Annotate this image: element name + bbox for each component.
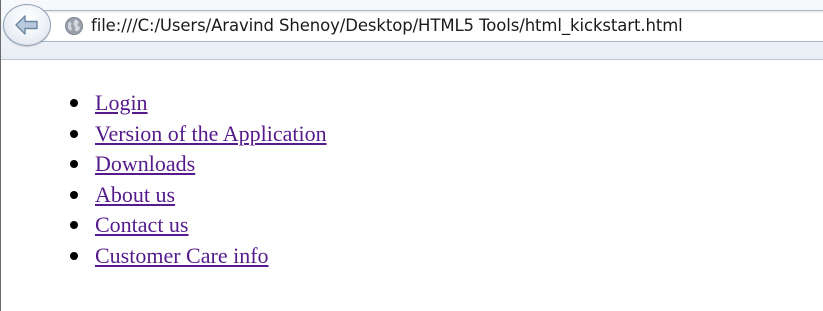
- browser-window: file:///C:/Users/Aravind Shenoy/Desktop/…: [0, 0, 823, 311]
- bullet-icon: [70, 129, 78, 138]
- back-arrow-icon: [15, 15, 38, 35]
- list-item: Downloads: [70, 149, 327, 180]
- contact-us-link[interactable]: Contact us: [95, 212, 189, 237]
- link-list: Login Version of the Application Downloa…: [53, 88, 327, 271]
- about-us-link[interactable]: About us: [95, 182, 175, 207]
- list-item: About us: [70, 180, 327, 211]
- back-button[interactable]: [3, 4, 51, 46]
- list-item: Login: [70, 88, 327, 119]
- login-link[interactable]: Login: [95, 90, 148, 115]
- globe-icon: [65, 17, 83, 35]
- version-link[interactable]: Version of the Application: [95, 121, 327, 146]
- bullet-icon: [70, 160, 78, 168]
- url-text[interactable]: file:///C:/Users/Aravind Shenoy/Desktop/…: [91, 12, 683, 40]
- downloads-link[interactable]: Downloads: [95, 151, 195, 176]
- bullet-icon: [70, 190, 78, 199]
- list-item: Contact us: [70, 210, 327, 241]
- bullet-icon: [70, 221, 78, 229]
- page-content: Login Version of the Application Downloa…: [1, 60, 823, 311]
- list-item: Version of the Application: [70, 119, 327, 150]
- navigation-toolbar: file:///C:/Users/Aravind Shenoy/Desktop/…: [1, 0, 823, 60]
- customer-care-link[interactable]: Customer Care info: [95, 243, 269, 268]
- bullet-icon: [70, 99, 78, 107]
- bullet-icon: [70, 251, 78, 260]
- list-item: Customer Care info: [70, 241, 327, 272]
